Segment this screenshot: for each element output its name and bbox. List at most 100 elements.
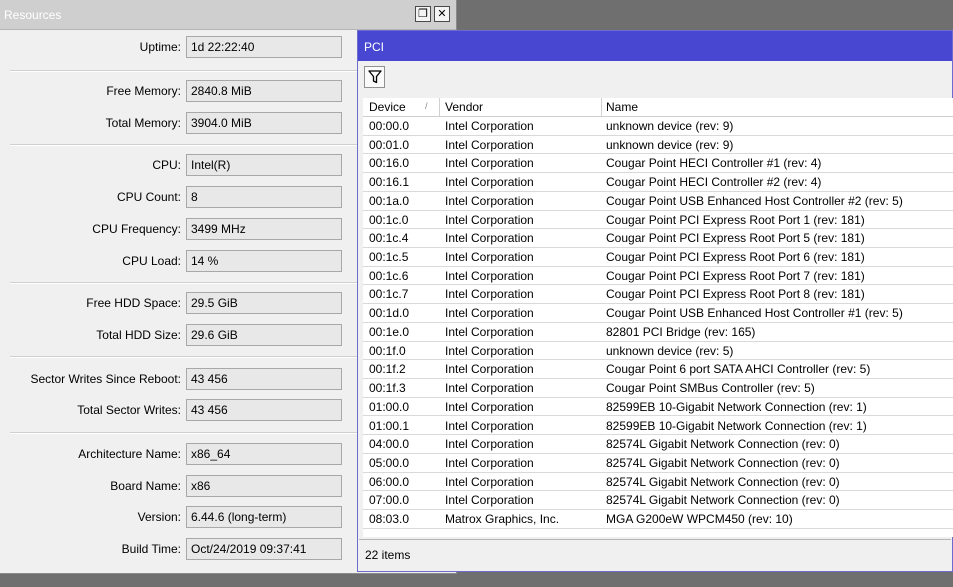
table-row[interactable]: 05:00.0 Intel Corporation 82574L Gigabit N… [363,454,953,473]
field-label: Board Name: [110,479,181,493]
table-row[interactable]: 00:01.0 Intel Corporation unknown device (… [363,136,953,155]
table-row[interactable]: 01:00.0 Intel Corporation 82599EB 10-Gigab… [363,398,953,417]
field-value[interactable]: x86 [186,475,342,497]
cell-name: Cougar Point PCI Express Root Port 5 (re… [606,231,865,246]
field-value[interactable]: 29.5 GiB [186,292,342,314]
field-label: CPU: [152,158,181,172]
cell-vendor: Intel Corporation [445,212,534,227]
cell-device: 00:1f.0 [369,343,406,358]
field-value[interactable]: 6.44.6 (long-term) [186,506,342,528]
column-divider[interactable] [601,98,602,116]
cell-name: MGA G200eW WPCM450 (rev: 10) [606,512,793,527]
column-divider[interactable] [439,98,440,116]
pci-window[interactable]: PCI Device / Vendor Name 00:00.0 Intel Co… [357,30,953,572]
table-row[interactable]: 00:1d.0 Intel Corporation Cougar Point USB… [363,304,953,323]
field-value[interactable]: 8 [186,186,342,208]
column-header-vendor[interactable]: Vendor [445,100,483,114]
table-row[interactable]: 00:1a.0 Intel Corporation Cougar Point USB… [363,192,953,211]
cell-name: unknown device (rev: 5) [606,343,734,358]
table-row[interactable]: 00:16.0 Intel Corporation Cougar Point HEC… [363,154,953,174]
field-value[interactable]: 3499 MHz [186,218,342,240]
cell-name: unknown device (rev: 9) [606,119,734,133]
field-value[interactable]: Oct/24/2019 09:37:41 [186,538,342,560]
close-icon[interactable]: ✕ [434,6,450,22]
table-row[interactable]: 06:00.0 Intel Corporation 82574L Gigabit N… [363,473,953,492]
cell-name: Cougar Point SMBus Controller (rev: 5) [606,381,815,396]
cell-device: 00:16.1 [369,175,410,190]
cell-name: Cougar Point PCI Express Root Port 8 (re… [606,287,865,302]
cell-name: 82574L Gigabit Network Connection (rev: … [606,455,840,470]
cell-name: Cougar Point HECI Controller #1 (rev: 4) [606,156,822,171]
cell-device: 00:1c.4 [369,231,409,246]
cell-device: 00:1c.0 [369,212,409,227]
cell-device: 00:1f.3 [369,381,406,396]
cell-device: 00:1a.0 [369,193,410,208]
cell-name: unknown device (rev: 9) [606,137,734,152]
pci-titlebar[interactable]: PCI [358,31,952,61]
field-value[interactable]: x86_64 [186,443,342,465]
field-value[interactable]: 14 % [186,250,342,272]
cell-vendor: Intel Corporation [445,231,534,246]
table-row[interactable]: 00:00.0 Intel Corporation unknown device (… [363,117,953,136]
cell-vendor: Intel Corporation [445,156,534,171]
field-label: Total Sector Writes: [77,403,181,417]
cell-vendor: Intel Corporation [445,137,534,152]
column-header-device[interactable]: Device [369,100,406,114]
table-row[interactable]: 00:1e.0 Intel Corporation 82801 PCI Bridge… [363,323,953,342]
cell-device: 00:1e.0 [369,324,410,339]
cell-name: 82599EB 10-Gigabit Network Connection (r… [606,418,867,433]
funnel-icon [368,70,382,84]
cell-name: Cougar Point USB Enhanced Host Controlle… [606,306,903,321]
table-row[interactable]: 00:1c.0 Intel Corporation Cougar Point PCI… [363,211,953,230]
field-value[interactable]: 2840.8 MiB [186,80,342,102]
field-label: Free HDD Space: [86,296,181,310]
cell-device: 00:00.0 [369,119,410,133]
cell-device: 00:1d.0 [369,306,410,321]
restore-icon[interactable]: ❐ [415,6,431,22]
field-value[interactable]: Intel(R) [186,154,342,176]
cell-name: Cougar Point USB Enhanced Host Controlle… [606,193,903,208]
field-value[interactable]: 43 456 [186,399,342,421]
table-row[interactable]: 07:00.0 Intel Corporation 82574L Gigabit N… [363,491,953,511]
table-row[interactable]: 00:1c.7 Intel Corporation Cougar Point PCI… [363,285,953,305]
table-row[interactable]: 00:1c.5 Intel Corporation Cougar Point PCI… [363,248,953,267]
field-label: Sector Writes Since Reboot: [30,372,181,386]
filter-button[interactable] [364,66,385,88]
item-count: 22 items [365,548,411,562]
field-label: Total HDD Size: [96,328,181,342]
table-row[interactable]: 00:1f.3 Intel Corporation Cougar Point SMB… [363,379,953,398]
cell-device: 00:1c.6 [369,268,409,283]
cell-device: 01:00.1 [369,418,410,433]
field-value[interactable]: 29.6 GiB [186,324,342,346]
table-row[interactable]: 04:00.0 Intel Corporation 82574L Gigabit N… [363,435,953,454]
cell-vendor: Intel Corporation [445,418,534,433]
table-row[interactable]: 00:1c.4 Intel Corporation Cougar Point PCI… [363,229,953,248]
field-value[interactable]: 1d 22:22:40 [186,36,342,58]
cell-name: 82574L Gigabit Network Connection (rev: … [606,437,840,452]
field-label: Version: [137,510,181,524]
pci-table[interactable]: Device / Vendor Name 00:00.0 Intel Corpor… [363,98,953,537]
field-value[interactable]: 43 456 [186,368,342,390]
resources-titlebar[interactable]: Resources ❐ ✕ [0,0,456,30]
table-row[interactable]: 00:1f.0 Intel Corporation unknown device (… [363,342,953,361]
cell-vendor: Intel Corporation [445,362,534,377]
resources-title: Resources [4,8,62,22]
table-row[interactable]: 00:1c.6 Intel Corporation Cougar Point PCI… [363,267,953,286]
table-row[interactable]: 08:03.0 Matrox Graphics, Inc. MGA G200eW W… [363,510,953,529]
field-label: Architecture Name: [78,447,181,461]
cell-vendor: Matrox Graphics, Inc. [445,512,560,527]
field-label: Total Memory: [105,116,181,130]
column-header-name[interactable]: Name [606,100,638,114]
cell-device: 01:00.0 [369,399,410,414]
cell-vendor: Intel Corporation [445,324,534,339]
cell-name: Cougar Point PCI Express Root Port 6 (re… [606,250,865,265]
table-row[interactable]: 00:16.1 Intel Corporation Cougar Point HEC… [363,173,953,192]
cell-vendor: Intel Corporation [445,474,534,489]
sort-icon: / [425,101,428,111]
table-row[interactable]: 00:1f.2 Intel Corporation Cougar Point 6 p… [363,360,953,380]
table-row[interactable]: 01:00.1 Intel Corporation 82599EB 10-Gigab… [363,417,953,436]
cell-vendor: Intel Corporation [445,287,534,302]
field-value[interactable]: 3904.0 MiB [186,112,342,134]
cell-device: 00:16.0 [369,156,410,171]
pci-toolbar [358,61,952,95]
